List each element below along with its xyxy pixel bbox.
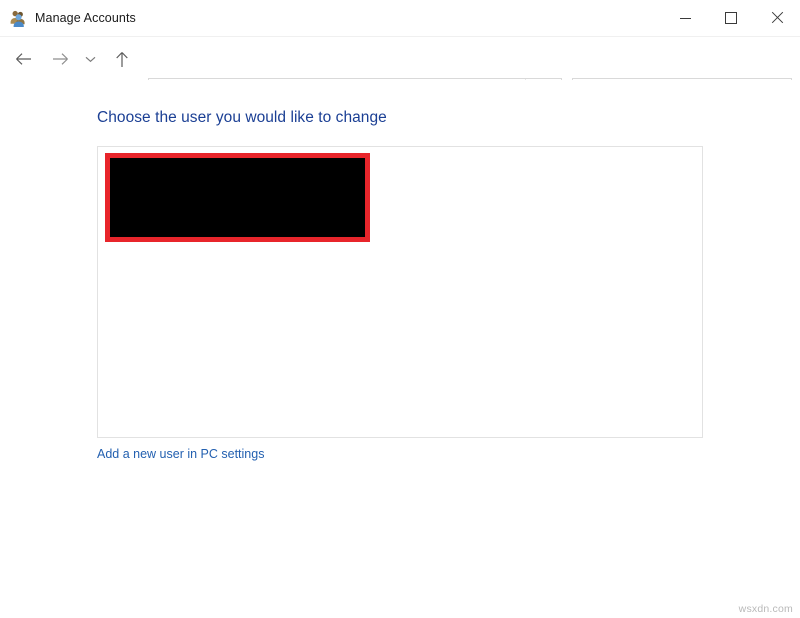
title-bar-left: Manage Accounts <box>0 0 662 36</box>
window-controls <box>662 0 800 36</box>
list-item[interactable] <box>105 153 370 242</box>
close-button[interactable] <box>754 0 800 36</box>
forward-button[interactable] <box>44 43 76 75</box>
content-area: Choose the user you would like to change… <box>0 80 800 618</box>
arrow-up-icon <box>116 51 128 67</box>
close-icon <box>771 12 783 24</box>
up-button[interactable] <box>106 43 138 75</box>
user-accounts-icon <box>9 9 27 27</box>
minimize-button[interactable] <box>662 0 708 36</box>
user-account-list[interactable] <box>97 146 703 438</box>
navigation-toolbar: « User Accounts › Manage Accounts <box>0 36 800 110</box>
add-new-user-link[interactable]: Add a new user in PC settings <box>97 447 264 461</box>
watermark: wsxdn.com <box>738 603 793 615</box>
window-title: Manage Accounts <box>35 11 136 25</box>
arrow-left-icon <box>15 53 31 65</box>
maximize-button[interactable] <box>708 0 754 36</box>
back-button[interactable] <box>7 43 39 75</box>
chevron-down-icon <box>85 56 95 62</box>
arrow-right-icon <box>52 53 68 65</box>
minimize-icon <box>679 17 691 19</box>
maximize-icon <box>725 12 737 24</box>
page-title: Choose the user you would like to change <box>97 109 387 126</box>
title-bar: Manage Accounts <box>0 0 800 36</box>
recent-locations-button[interactable] <box>78 43 102 75</box>
